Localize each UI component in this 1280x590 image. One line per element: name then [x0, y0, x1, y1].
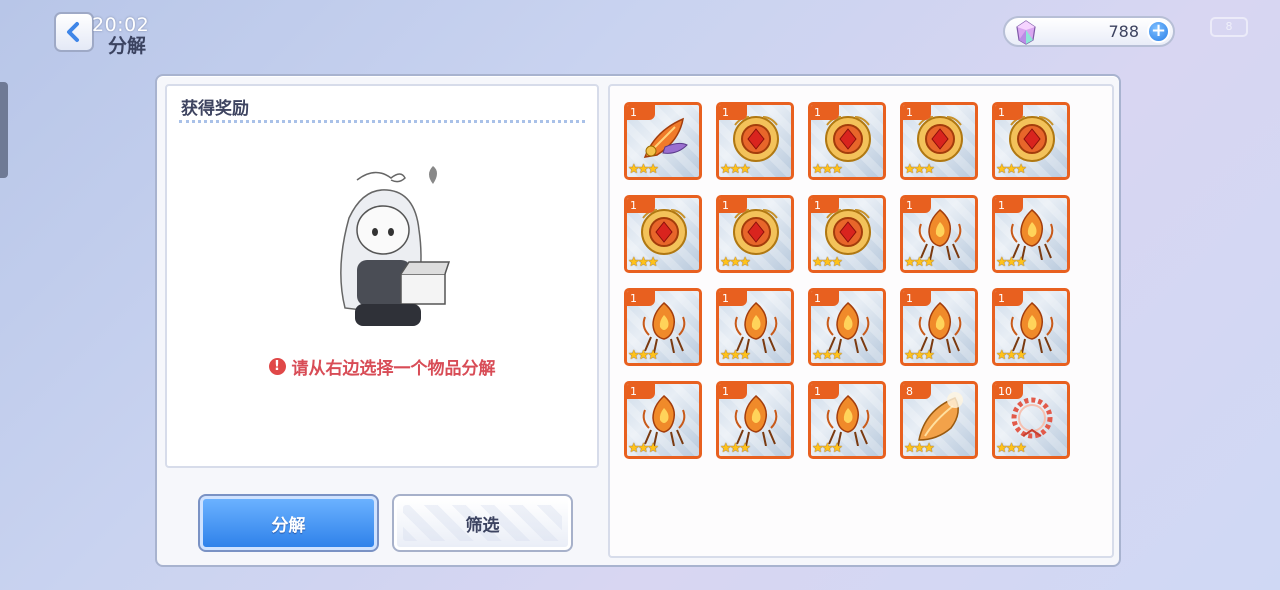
item-stars: ★★★: [904, 348, 935, 363]
item-slot[interactable]: 1 ★★★: [624, 288, 702, 366]
item-count: 1: [811, 291, 839, 306]
hint-text: 请从右边选择一个物品分解: [291, 359, 496, 379]
divider: [179, 120, 585, 123]
item-stars: ★★★: [812, 348, 843, 363]
item-slot[interactable]: 1 ★★★: [992, 195, 1070, 273]
item-count: 1: [719, 105, 747, 120]
chibi-girl-illustration: [340, 166, 451, 326]
item-count: 1: [627, 291, 655, 306]
item-count: 1: [995, 105, 1023, 120]
item-count: 1: [719, 198, 747, 213]
item-count: 1: [627, 105, 655, 120]
reward-preview-box: 获得奖励 ! 请从右边选择一个物品分解: [165, 84, 599, 468]
item-slot[interactable]: 1 ★★★: [992, 288, 1070, 366]
back-button[interactable]: [54, 12, 94, 52]
currency-display: 788 +: [1003, 16, 1175, 47]
item-stars: ★★★: [720, 441, 751, 456]
item-slot[interactable]: 1 ★★★: [900, 195, 978, 273]
item-stars: ★★★: [628, 441, 659, 456]
item-stars: ★★★: [628, 348, 659, 363]
item-stars: ★★★: [720, 348, 751, 363]
item-slot[interactable]: 1 ★★★: [808, 195, 886, 273]
item-count: 1: [903, 105, 931, 120]
item-slot[interactable]: 1 ★★★: [992, 102, 1070, 180]
item-slot[interactable]: 1 ★★★: [900, 288, 978, 366]
item-slot[interactable]: 1 ★★★: [716, 102, 794, 180]
page-title: 分解: [108, 35, 147, 57]
plus-icon: +: [1150, 20, 1167, 41]
side-drawer-handle[interactable]: [0, 82, 8, 178]
gem-icon: [1016, 20, 1036, 45]
item-stars: ★★★: [904, 162, 935, 177]
decompose-button[interactable]: 分解: [198, 494, 379, 552]
item-slot[interactable]: 1 ★★★: [624, 102, 702, 180]
item-slot[interactable]: 1 ★★★: [900, 102, 978, 180]
item-slot[interactable]: 1 ★★★: [624, 381, 702, 459]
item-stars: ★★★: [996, 255, 1027, 270]
item-count: 1: [811, 384, 839, 399]
item-stars: ★★★: [720, 255, 751, 270]
item-count: 1: [995, 291, 1023, 306]
item-count: 1: [627, 198, 655, 213]
item-stars: ★★★: [904, 441, 935, 456]
item-count: 1: [719, 291, 747, 306]
item-count: 1: [995, 198, 1023, 213]
currency-amount: 788: [1108, 22, 1139, 41]
item-count: 8: [903, 384, 931, 399]
item-stars: ★★★: [996, 348, 1027, 363]
item-slot[interactable]: 10 ★★★: [992, 381, 1070, 459]
item-stars: ★★★: [720, 162, 751, 177]
item-slot[interactable]: 1 ★★★: [808, 102, 886, 180]
item-stars: ★★★: [812, 255, 843, 270]
item-stars: ★★★: [996, 162, 1027, 177]
alert-icon: !: [268, 358, 286, 375]
item-count: 1: [811, 198, 839, 213]
item-stars: ★★★: [628, 255, 659, 270]
item-stars: ★★★: [812, 441, 843, 456]
item-slot[interactable]: 8 ★★★: [900, 381, 978, 459]
inventory-panel: 1 ★★★ 1 ★★★ 1 ★★★ 1 ★★★ 1 ★★★ 1 ★★★ 1 ★★★ 1 ★★★ …: [608, 84, 1114, 558]
item-count: 1: [903, 198, 931, 213]
item-stars: ★★★: [628, 162, 659, 177]
item-slot[interactable]: 1 ★★★: [808, 381, 886, 459]
add-currency-button[interactable]: +: [1147, 20, 1170, 43]
decompose-button-label: 分解: [271, 515, 306, 536]
decompose-panel: 获得奖励 ! 请从右边选择一个物品分解 分解 筛选 1 ★★★ 1 ★★★ 1 ★★★ …: [155, 74, 1121, 567]
filter-button[interactable]: 筛选: [392, 494, 573, 552]
item-stars: ★★★: [812, 162, 843, 177]
item-slot[interactable]: 1 ★★★: [716, 381, 794, 459]
item-slot[interactable]: 1 ★★★: [716, 288, 794, 366]
filter-button-label: 筛选: [465, 515, 500, 536]
hint-message: ! 请从右边选择一个物品分解: [167, 354, 597, 379]
reward-title: 获得奖励: [181, 99, 249, 119]
item-grid: 1 ★★★ 1 ★★★ 1 ★★★ 1 ★★★ 1 ★★★ 1 ★★★ 1 ★★★ 1 ★★★ …: [624, 102, 1070, 459]
item-count: 1: [903, 291, 931, 306]
item-stars: ★★★: [904, 255, 935, 270]
battery-indicator: 8: [1210, 17, 1248, 37]
item-count: 1: [811, 105, 839, 120]
item-slot[interactable]: 1 ★★★: [624, 195, 702, 273]
item-slot[interactable]: 1 ★★★: [716, 195, 794, 273]
item-count: 1: [719, 384, 747, 399]
item-stars: ★★★: [996, 441, 1027, 456]
item-count: 1: [627, 384, 655, 399]
item-slot[interactable]: 1 ★★★: [808, 288, 886, 366]
chevron-left-icon: [67, 22, 79, 42]
item-count: 10: [995, 384, 1023, 399]
